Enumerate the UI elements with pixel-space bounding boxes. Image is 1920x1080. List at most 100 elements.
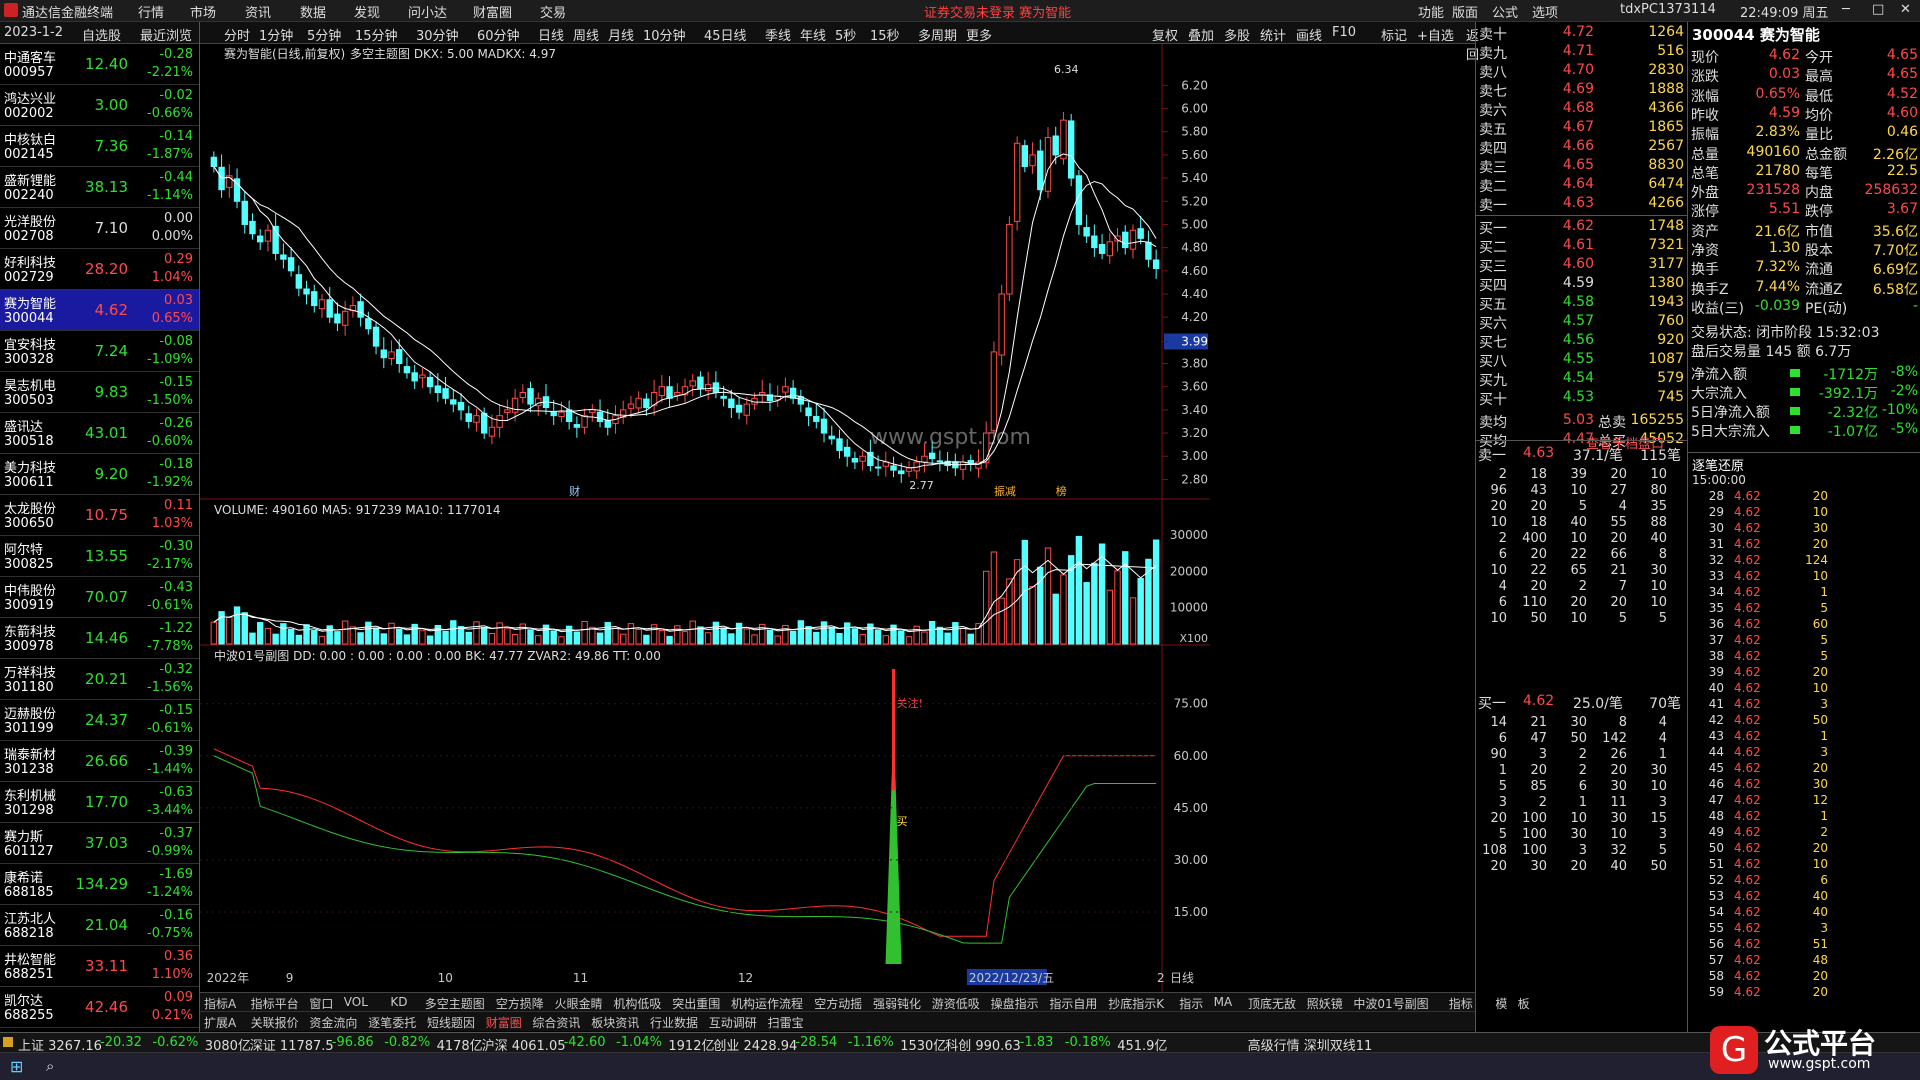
- indicator-tab[interactable]: 指标平台: [251, 995, 299, 1012]
- indicator-tab[interactable]: 空方损降: [496, 995, 544, 1012]
- stock-row[interactable]: 中通客车 000957 12.40 -0.28 -2.21%: [0, 44, 199, 85]
- stock-row[interactable]: 美力科技 300611 9.20 -0.18 -1.92%: [0, 454, 199, 495]
- search-icon[interactable]: ⌕: [46, 1057, 54, 1075]
- event-marker[interactable]: 振减: [994, 484, 1016, 498]
- period-tab[interactable]: 多周期: [918, 25, 957, 44]
- stock-row[interactable]: 阿尔特 300825 13.55 -0.30 -2.17%: [0, 536, 199, 577]
- extension-tab[interactable]: 财富圈: [486, 1014, 522, 1031]
- login-warning[interactable]: 证券交易未登录 赛为智能: [924, 2, 1071, 21]
- period-tab[interactable]: 周线: [573, 25, 599, 44]
- stock-row[interactable]: 太龙股份 300650 10.75 0.11 1.03%: [0, 495, 199, 536]
- tab-watchlist[interactable]: 自选股: [82, 25, 121, 44]
- menu-discover[interactable]: 发现: [354, 2, 380, 21]
- book-row[interactable]: 买九 4.54 579: [1476, 370, 1688, 389]
- chart-tool-button[interactable]: 叠加: [1188, 25, 1214, 44]
- book-row[interactable]: 卖三 4.65 8830: [1476, 157, 1688, 176]
- period-tab[interactable]: 30分钟: [416, 25, 459, 44]
- period-tab[interactable]: 分时: [224, 25, 250, 44]
- kline-chart-area[interactable]: 赛为智能(日线,前复权) 多空主题图 DKX: 5.00 MADKX: 4.97 V…: [200, 44, 1475, 999]
- stock-row[interactable]: 盛新锂能 002240 38.13 -0.44 -1.14%: [0, 167, 199, 208]
- menu-function[interactable]: 功能: [1418, 2, 1444, 21]
- period-tab[interactable]: 60分钟: [477, 25, 520, 44]
- stock-row[interactable]: 井松智能 688251 33.11 0.36 1.10%: [0, 946, 199, 987]
- indicator-tab[interactable]: 突出重围: [672, 995, 720, 1012]
- indicator-tab[interactable]: MA: [1214, 995, 1233, 1009]
- stock-row[interactable]: 江苏北人 688218 21.04 -0.16 -0.75%: [0, 905, 199, 946]
- minimize-icon[interactable]: ─: [1842, 2, 1850, 17]
- indicator-tab[interactable]: VOL: [344, 995, 368, 1009]
- stock-row[interactable]: 迈赫股份 301199 24.37 -0.15 -0.61%: [0, 700, 199, 741]
- menu-wealth[interactable]: 财富圈: [473, 2, 512, 21]
- book-row[interactable]: 买七 4.56 920: [1476, 332, 1688, 351]
- indicator-tab[interactable]: 游资低吸: [932, 995, 980, 1012]
- extension-tab[interactable]: 资金流向: [309, 1014, 357, 1031]
- extension-tab[interactable]: 扫雷宝: [768, 1014, 804, 1031]
- extension-tab[interactable]: 行业数据: [650, 1014, 698, 1031]
- stock-row[interactable]: 光洋股份 002708 7.10 0.00 0.00%: [0, 208, 199, 249]
- book-row[interactable]: 卖一 4.63 4266: [1476, 195, 1688, 214]
- menu-quotes[interactable]: 行情: [138, 2, 164, 21]
- maximize-icon[interactable]: □: [1872, 2, 1884, 17]
- chart-tool-button[interactable]: 多股: [1224, 25, 1250, 44]
- close-icon[interactable]: ✕: [1900, 2, 1911, 17]
- event-marker[interactable]: 财: [569, 484, 580, 498]
- book-row[interactable]: 卖七 4.69 1888: [1476, 81, 1688, 100]
- book-row[interactable]: 买三 4.60 3177: [1476, 256, 1688, 275]
- book-row[interactable]: 买八 4.55 1087: [1476, 351, 1688, 370]
- book-row[interactable]: 卖八 4.70 2830: [1476, 62, 1688, 81]
- extension-tab[interactable]: 关联报价: [251, 1014, 299, 1031]
- indicator-tab[interactable]: 指示自用: [1049, 995, 1097, 1012]
- book-row[interactable]: 卖十 4.72 1264: [1476, 24, 1688, 43]
- stock-row[interactable]: 鸿达兴业 002002 3.00 -0.02 -0.66%: [0, 85, 199, 126]
- period-tab[interactable]: 月线: [608, 25, 634, 44]
- extension-tab[interactable]: 板块资讯: [591, 1014, 639, 1031]
- stock-row[interactable]: 赛力斯 601127 37.03 -0.37 -0.99%: [0, 823, 199, 864]
- book-row[interactable]: 买五 4.58 1943: [1476, 294, 1688, 313]
- menu-news[interactable]: 资讯: [245, 2, 271, 21]
- indicator-tab[interactable]: 火眼金睛: [555, 995, 603, 1012]
- period-tab[interactable]: 季线: [765, 25, 791, 44]
- extension-tab[interactable]: 综合资讯: [532, 1014, 580, 1031]
- menu-layout[interactable]: 版面: [1452, 2, 1478, 21]
- book-row[interactable]: 买六 4.57 760: [1476, 313, 1688, 332]
- tab-recent[interactable]: 最近浏览: [140, 25, 192, 44]
- indicator-tab[interactable]: 机构低吸: [613, 995, 661, 1012]
- menu-market[interactable]: 市场: [190, 2, 216, 21]
- period-tab[interactable]: 年线: [800, 25, 826, 44]
- menu-data[interactable]: 数据: [300, 2, 326, 21]
- chart-tool-button[interactable]: 标记: [1381, 25, 1407, 44]
- book-row[interactable]: 买一 4.62 1748: [1476, 218, 1688, 237]
- period-tab[interactable]: 5分钟: [307, 25, 341, 44]
- period-tab[interactable]: 5秒: [835, 25, 856, 44]
- indicator-tab[interactable]: 多空主题图: [425, 995, 485, 1012]
- event-marker[interactable]: 榜: [1056, 484, 1067, 498]
- chart-tool-button[interactable]: 复权: [1152, 25, 1178, 44]
- stock-row[interactable]: 好利科技 002729 28.20 0.29 1.04%: [0, 249, 199, 290]
- book-row[interactable]: 买四 4.59 1380: [1476, 275, 1688, 294]
- stock-row[interactable]: 宜安科技 300328 7.24 -0.08 -1.09%: [0, 331, 199, 372]
- stock-row[interactable]: 东箭科技 300978 14.46 -1.22 -7.78%: [0, 618, 199, 659]
- book-row[interactable]: 买十 4.53 745: [1476, 389, 1688, 408]
- period-tab[interactable]: 15分钟: [355, 25, 398, 44]
- period-tab[interactable]: 45日线: [704, 25, 747, 44]
- extension-tab[interactable]: 互动调研: [709, 1014, 757, 1031]
- extension-tab[interactable]: 逐笔委托: [368, 1014, 416, 1031]
- stock-row[interactable]: 瑞泰新材 301238 26.66 -0.39 -1.44%: [0, 741, 199, 782]
- indicator-tab[interactable]: 指标A: [204, 995, 236, 1012]
- book-row[interactable]: 卖四 4.66 2567: [1476, 138, 1688, 157]
- indicator-tab[interactable]: KD: [390, 995, 407, 1009]
- stock-row[interactable]: 昊志机电 300503 9.83 -0.15 -1.50%: [0, 372, 199, 413]
- stock-row[interactable]: 凯尔达 688255 42.46 0.09 0.21%: [0, 987, 199, 1028]
- period-tab[interactable]: 10分钟: [643, 25, 686, 44]
- stock-row[interactable]: 康希诺 688185 134.29 -1.69 -1.24%: [0, 864, 199, 905]
- indicator-tab[interactable]: 抄底指示K: [1108, 995, 1164, 1012]
- indicator-tab[interactable]: 中波01号副图: [1353, 995, 1428, 1012]
- period-tab[interactable]: 15秒: [870, 25, 900, 44]
- indicator-tab[interactable]: 机构运作流程: [731, 995, 803, 1012]
- indicator-tab[interactable]: 指示: [1179, 995, 1203, 1012]
- chart-tool-button[interactable]: +自选: [1417, 25, 1454, 44]
- menu-ask[interactable]: 问小达: [408, 2, 447, 21]
- chart-tool-button[interactable]: F10: [1332, 25, 1356, 40]
- stock-row[interactable]: 东利机械 301298 17.70 -0.63 -3.44%: [0, 782, 199, 823]
- indicator-tab[interactable]: 窗口: [309, 995, 333, 1012]
